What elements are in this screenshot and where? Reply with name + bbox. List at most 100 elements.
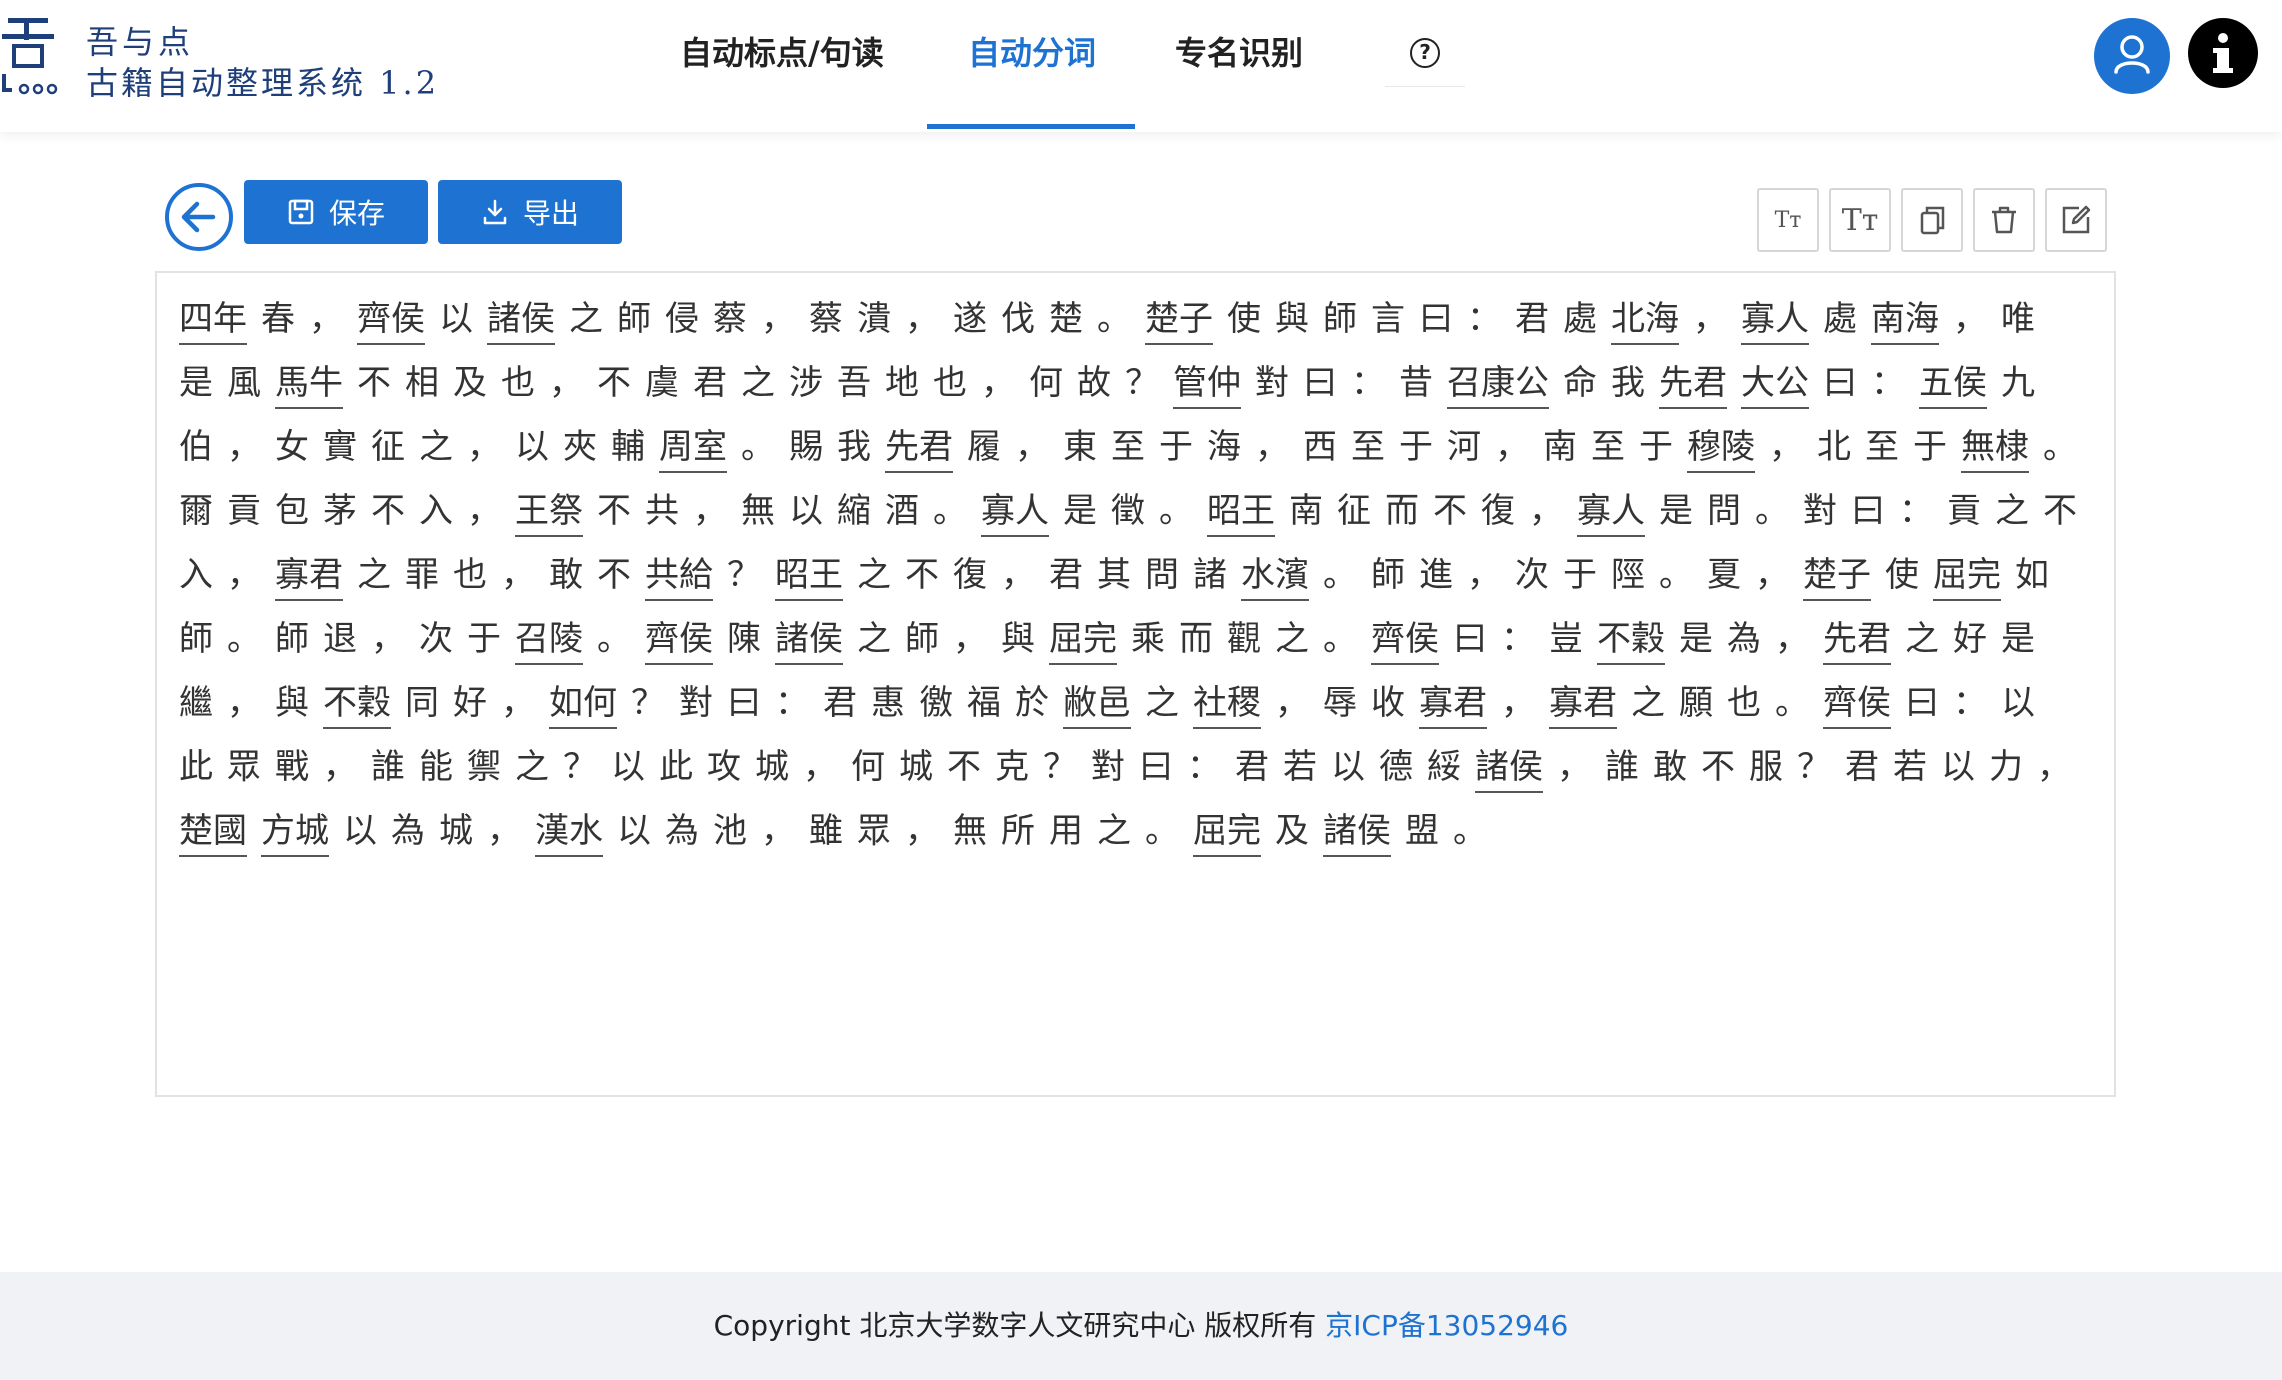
single-char[interactable]: ：	[1351, 351, 1385, 415]
single-char[interactable]: 不	[947, 735, 981, 799]
single-char[interactable]: 也	[933, 351, 967, 415]
single-char[interactable]: 。	[1659, 543, 1693, 607]
segmented-text[interactable]: 四年春，齊侯以諸侯之師侵蔡，蔡潰，遂伐楚。楚子使與師言曰：君處北海，寡人處南海，…	[179, 287, 2099, 863]
single-char[interactable]: 征	[1337, 479, 1371, 543]
single-char[interactable]: 何	[851, 735, 885, 799]
single-char[interactable]: 禦	[467, 735, 501, 799]
single-char[interactable]: 不	[597, 479, 631, 543]
single-char[interactable]: 敢	[549, 543, 583, 607]
single-char[interactable]: 。	[227, 607, 261, 671]
single-char[interactable]: 諸	[1193, 543, 1227, 607]
single-char[interactable]: 徵	[1111, 479, 1145, 543]
single-char[interactable]: 為	[391, 799, 425, 863]
single-char[interactable]: 為	[665, 799, 699, 863]
single-char[interactable]: 是	[2001, 607, 2035, 671]
segmented-word[interactable]: 寡君	[275, 553, 343, 601]
single-char[interactable]: 復	[1481, 479, 1515, 543]
single-char[interactable]: 。	[1097, 287, 1131, 351]
single-char[interactable]: 履	[967, 415, 1001, 479]
single-char[interactable]: 南	[1289, 479, 1323, 543]
segmented-word[interactable]: 齊侯	[645, 617, 713, 665]
single-char[interactable]: 戰	[275, 735, 309, 799]
segmented-word[interactable]: 馬牛	[275, 361, 343, 409]
single-char[interactable]: 力	[1989, 735, 2023, 799]
single-char[interactable]: 誰	[371, 735, 405, 799]
single-char[interactable]: 池	[713, 799, 747, 863]
single-char[interactable]: 曰	[1139, 735, 1173, 799]
single-char[interactable]: 如	[2015, 543, 2049, 607]
single-char[interactable]: 次	[1515, 543, 1549, 607]
single-char[interactable]: 曰	[1905, 671, 1939, 735]
single-char[interactable]: 眾	[227, 735, 261, 799]
single-char[interactable]: 而	[1179, 607, 1213, 671]
single-char[interactable]: ，	[487, 799, 521, 863]
single-char[interactable]: ，	[1495, 415, 1529, 479]
single-char[interactable]: 之	[857, 607, 891, 671]
single-char[interactable]: 何	[1029, 351, 1063, 415]
logo[interactable]: 吾与点 古籍自动整理系统 1.2	[0, 8, 480, 128]
single-char[interactable]: 罪	[405, 543, 439, 607]
single-char[interactable]: 德	[1379, 735, 1413, 799]
single-char[interactable]: ，	[905, 799, 939, 863]
single-char[interactable]: 以	[611, 735, 645, 799]
single-char[interactable]: 誰	[1605, 735, 1639, 799]
single-char[interactable]: 與	[1001, 607, 1035, 671]
single-char[interactable]: 辱	[1323, 671, 1357, 735]
single-char[interactable]: 君	[1235, 735, 1269, 799]
single-char[interactable]: ，	[1015, 415, 1049, 479]
single-char[interactable]: 攻	[707, 735, 741, 799]
single-char[interactable]: 于	[467, 607, 501, 671]
single-char[interactable]: 。	[597, 607, 631, 671]
segmented-word[interactable]: 寡人	[1741, 297, 1809, 345]
single-char[interactable]: 縮	[837, 479, 871, 543]
font-decrease-button[interactable]: Tт	[1757, 188, 1819, 252]
single-char[interactable]: 之	[1905, 607, 1939, 671]
single-char[interactable]: ？	[727, 543, 761, 607]
single-char[interactable]: 以	[515, 415, 549, 479]
segmented-word[interactable]: 寡人	[981, 489, 1049, 537]
single-char[interactable]: 不	[1701, 735, 1735, 799]
segmented-word[interactable]: 召陵	[515, 617, 583, 665]
segmented-word[interactable]: 諸侯	[1475, 745, 1543, 793]
single-char[interactable]: ，	[501, 543, 535, 607]
single-char[interactable]: 蔡	[809, 287, 843, 351]
single-char[interactable]: 君	[823, 671, 857, 735]
single-char[interactable]: 以	[439, 287, 473, 351]
single-char[interactable]: ，	[905, 287, 939, 351]
segmented-word[interactable]: 先君	[885, 425, 953, 473]
single-char[interactable]: 于	[1399, 415, 1433, 479]
single-char[interactable]: 涉	[789, 351, 823, 415]
copy-button[interactable]	[1901, 188, 1963, 252]
single-char[interactable]: 若	[1283, 735, 1317, 799]
single-char[interactable]: 復	[953, 543, 987, 607]
single-char[interactable]: 曰	[727, 671, 761, 735]
single-char[interactable]: 服	[1749, 735, 1783, 799]
single-char[interactable]: ，	[1255, 415, 1289, 479]
single-char[interactable]: 相	[405, 351, 439, 415]
segmented-word[interactable]: 寡君	[1549, 681, 1617, 729]
single-char[interactable]: 楚	[1049, 287, 1083, 351]
single-char[interactable]: 是	[1063, 479, 1097, 543]
single-char[interactable]: 虞	[645, 351, 679, 415]
single-char[interactable]: 處	[1563, 287, 1597, 351]
single-char[interactable]: 于	[1159, 415, 1193, 479]
single-char[interactable]: ，	[761, 287, 795, 351]
single-char[interactable]: 侵	[665, 287, 699, 351]
segmented-word[interactable]: 楚子	[1803, 553, 1871, 601]
single-char[interactable]: 之	[419, 415, 453, 479]
single-char[interactable]: 不	[905, 543, 939, 607]
single-char[interactable]: 。	[741, 415, 775, 479]
single-char[interactable]: 不	[371, 479, 405, 543]
single-char[interactable]: ？	[631, 671, 665, 735]
segmented-word[interactable]: 昭王	[1207, 489, 1275, 537]
single-char[interactable]: 包	[275, 479, 309, 543]
segmented-word[interactable]: 水濱	[1241, 553, 1309, 601]
single-char[interactable]: ，	[309, 287, 343, 351]
single-char[interactable]: 風	[227, 351, 261, 415]
single-char[interactable]: 此	[659, 735, 693, 799]
single-char[interactable]: 。	[933, 479, 967, 543]
single-char[interactable]: 之	[1275, 607, 1309, 671]
single-char[interactable]: 至	[1591, 415, 1625, 479]
single-char[interactable]: 陘	[1611, 543, 1645, 607]
segmented-word[interactable]: 管仲	[1173, 361, 1241, 409]
